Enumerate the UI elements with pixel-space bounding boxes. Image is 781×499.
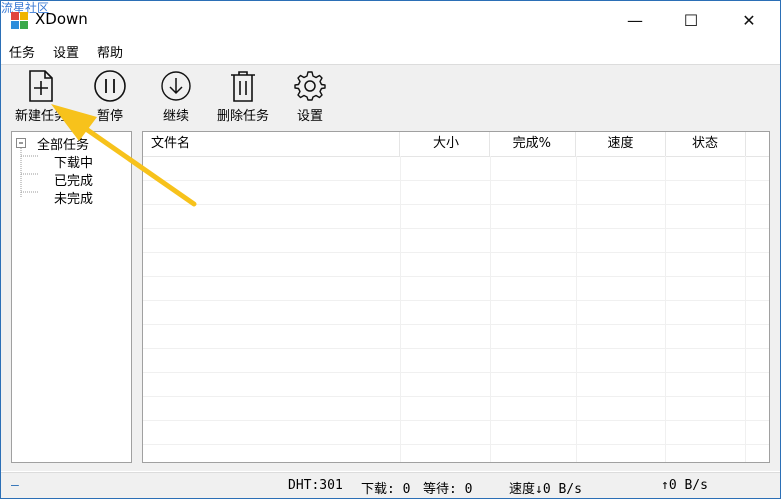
delete-task-label: 删除任务: [216, 109, 269, 124]
tree-item-all-tasks[interactable]: 全部任务: [37, 134, 89, 153]
status-waiting-count: 等待: 0: [423, 482, 473, 497]
new-task-label: 新建任务: [14, 109, 67, 124]
status-upload-speed: ↑0 B/s: [661, 478, 708, 493]
maximize-button[interactable]: ☐: [665, 1, 717, 39]
app-window: 流星社区 XDown — ☐ ✕ 任务 设置 帮助 新建任务 暂停 继续 删除任…: [0, 0, 781, 499]
main-area: 全部任务 下载中 已完成 未完成 文件名 大小 完成% 速度 状态: [1, 127, 780, 471]
trash-icon: [231, 71, 255, 102]
column-progress[interactable]: 完成%: [490, 132, 576, 156]
pause-button[interactable]: 暂停: [85, 65, 135, 127]
task-tree: 全部任务 下载中 已完成 未完成: [11, 131, 132, 463]
menu-help[interactable]: 帮助: [97, 42, 123, 61]
pause-icon: [94, 70, 126, 102]
window-title: XDown: [35, 10, 88, 28]
settings-label: 设置: [296, 109, 323, 124]
menu-bar: 任务 设置 帮助: [1, 39, 780, 63]
delete-task-button[interactable]: 删除任务: [209, 65, 277, 127]
status-download-speed: 速度↓0 B/s: [509, 482, 582, 497]
download-arrow-icon: [161, 71, 191, 101]
menu-settings[interactable]: 设置: [53, 42, 79, 61]
status-dht: DHT:301: [288, 478, 343, 493]
column-speed[interactable]: 速度: [576, 132, 666, 156]
column-filename[interactable]: 文件名: [143, 132, 400, 156]
task-list[interactable]: 文件名 大小 完成% 速度 状态: [142, 131, 770, 463]
new-file-icon: [29, 70, 53, 102]
tree-item-incomplete[interactable]: 未完成: [54, 188, 93, 207]
tree-item-completed[interactable]: 已完成: [54, 170, 93, 189]
title-bar: 流星社区 XDown — ☐ ✕: [1, 1, 780, 39]
status-indicator: —: [11, 478, 19, 493]
table-header: 文件名 大小 完成% 速度 状态: [143, 132, 769, 157]
resume-button[interactable]: 继续: [151, 65, 201, 127]
new-task-button[interactable]: 新建任务: [9, 65, 73, 127]
tree-item-downloading[interactable]: 下载中: [54, 152, 93, 171]
pause-label: 暂停: [96, 109, 123, 124]
close-button[interactable]: ✕: [723, 1, 775, 39]
menu-task[interactable]: 任务: [9, 42, 35, 61]
resume-label: 继续: [162, 109, 189, 124]
status-bar: — DHT:301 下载: 0 等待: 0 速度↓0 B/s ↑0 B/s: [1, 472, 780, 498]
toolbar: 新建任务 暂停 继续 删除任务 设置: [1, 64, 780, 128]
gear-icon: [294, 71, 326, 101]
column-status[interactable]: 状态: [665, 132, 746, 156]
xdown-logo-icon: [11, 12, 29, 30]
status-downloading-count: 下载: 0: [361, 482, 411, 497]
column-size[interactable]: 大小: [400, 132, 490, 156]
minimize-button[interactable]: —: [609, 1, 661, 39]
settings-button[interactable]: 设置: [285, 65, 335, 127]
